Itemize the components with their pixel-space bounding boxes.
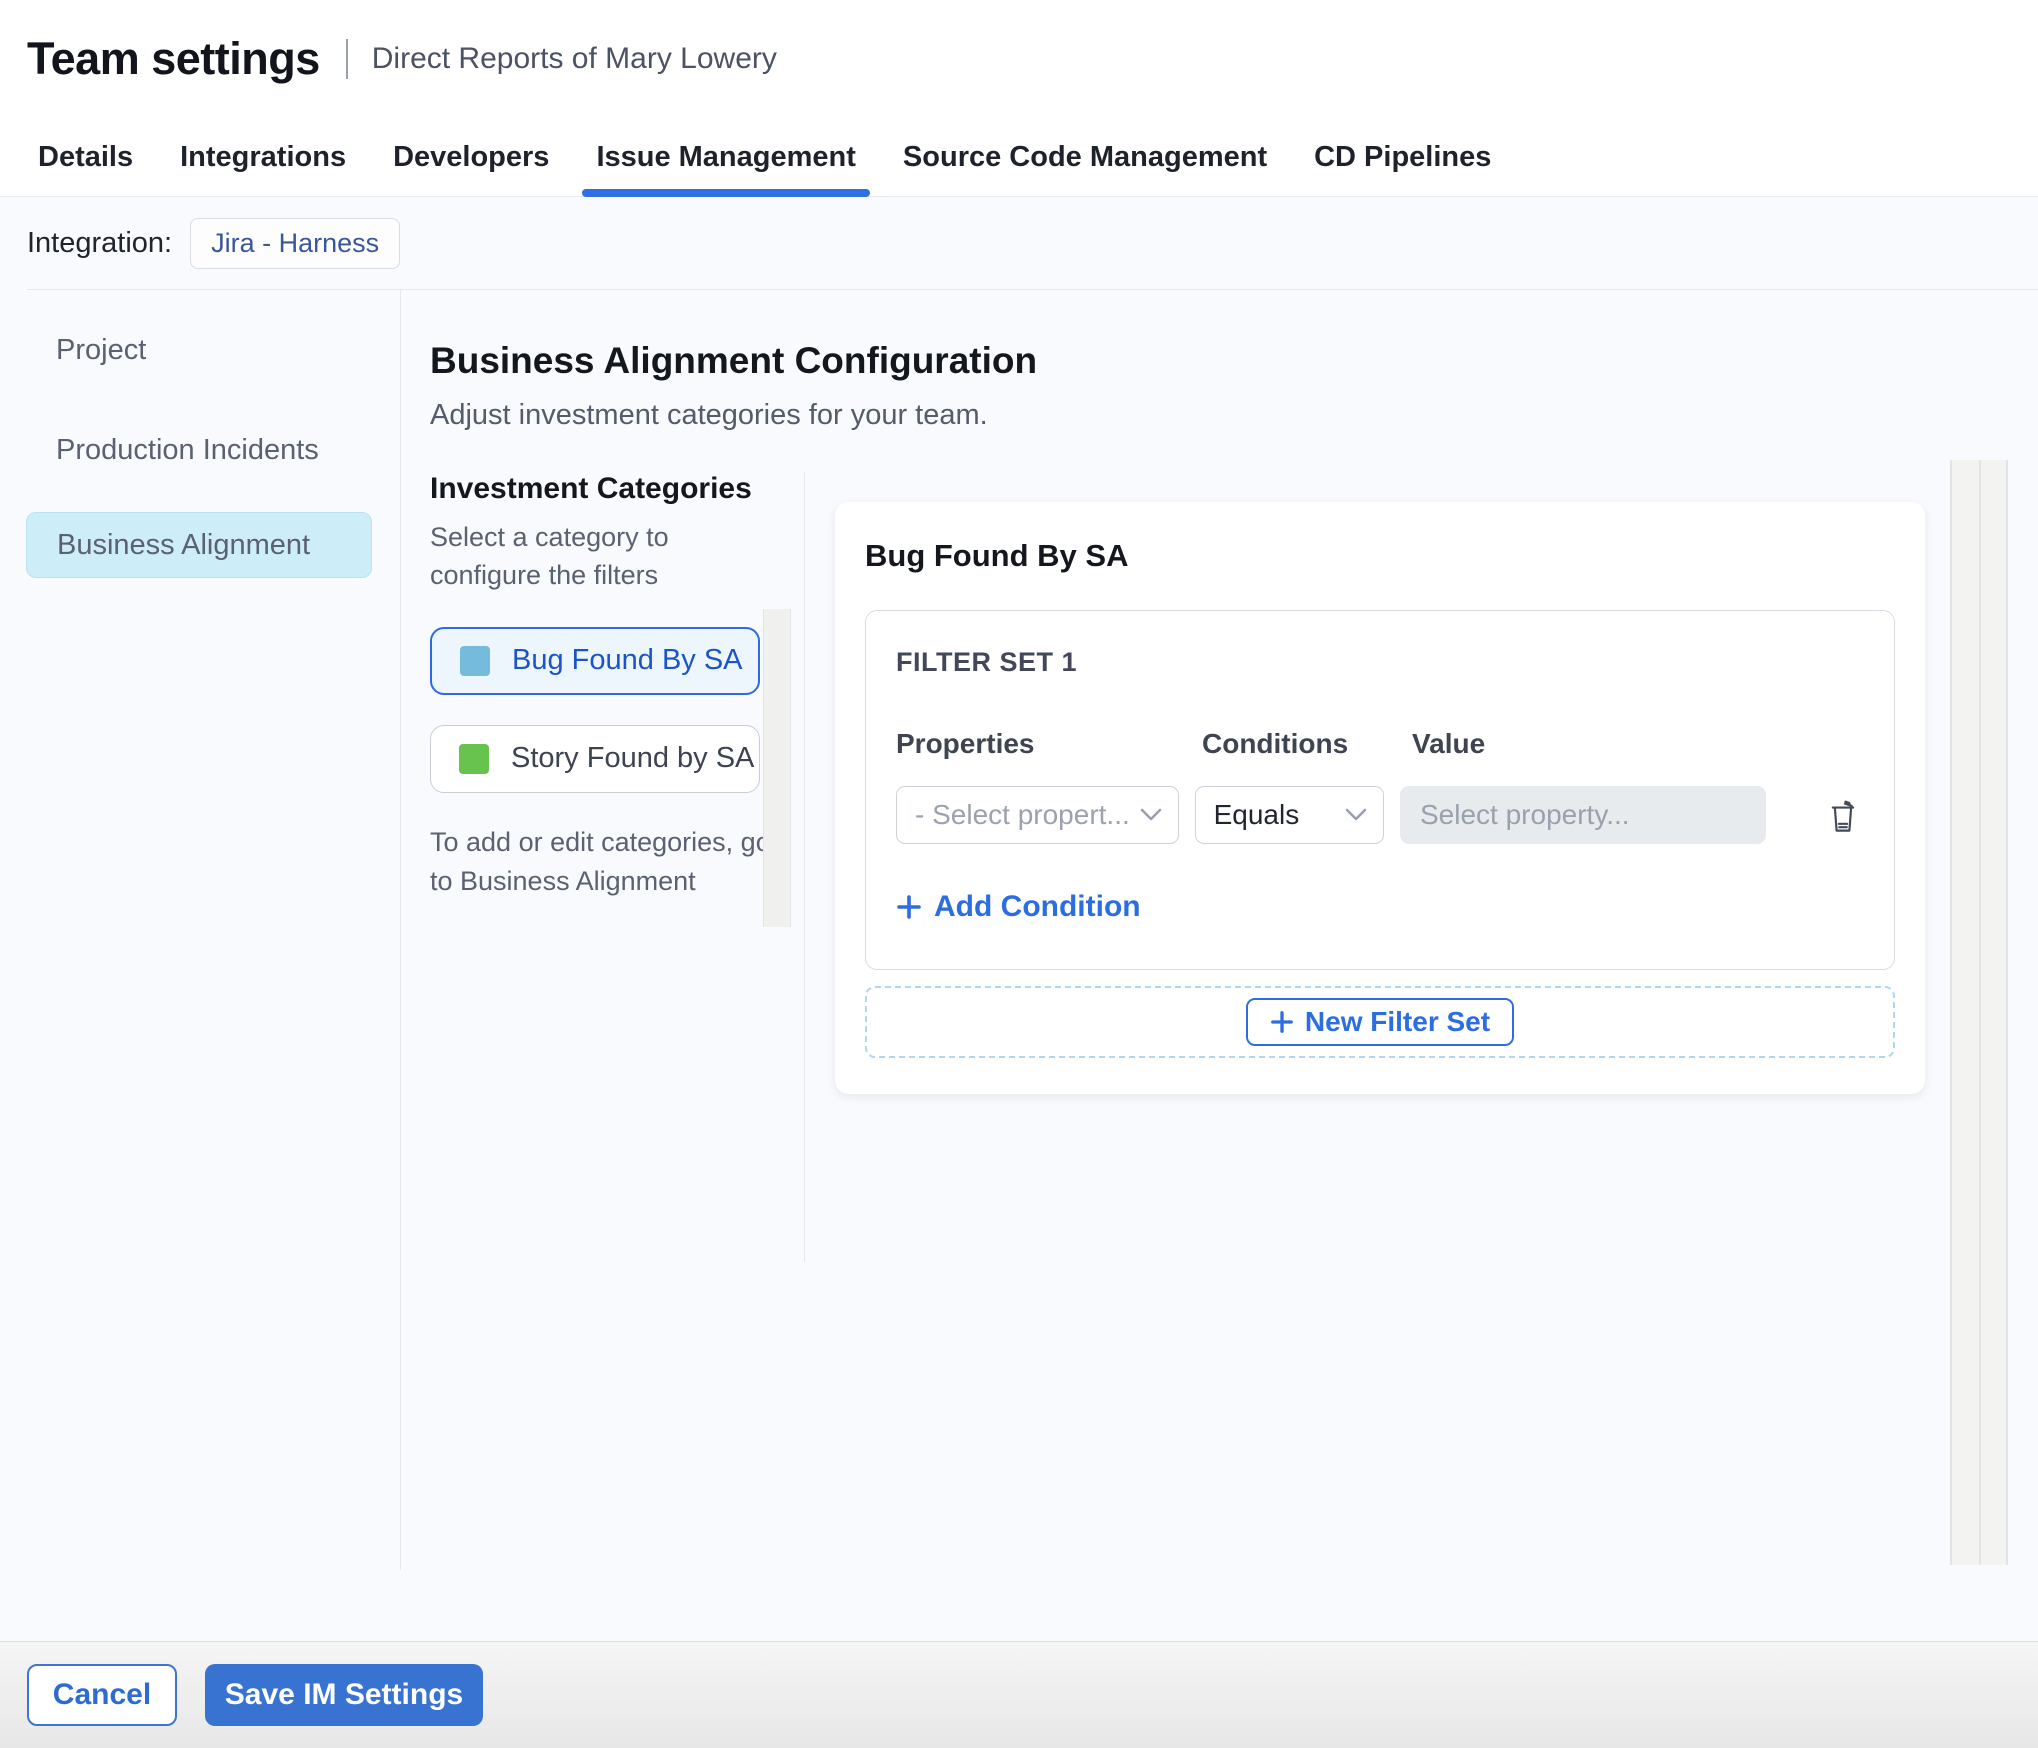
page-subtitle: Direct Reports of Mary Lowery [371, 42, 777, 75]
section-subheading: Adjust investment categories for your te… [430, 399, 988, 431]
filter-columns-header: Properties Conditions Value [896, 728, 1864, 760]
chevron-down-icon [1140, 808, 1161, 821]
detail-card-title: Bug Found By SA [865, 538, 1129, 573]
sidebar-item-production-incidents[interactable]: Production Incidents [26, 417, 372, 483]
tab-developers[interactable]: Developers [393, 118, 549, 196]
inner-scrollbar[interactable] [1950, 460, 1979, 1565]
add-condition-label: Add Condition [934, 890, 1141, 923]
investment-categories-panel: Investment Categories Select a category … [430, 472, 771, 901]
page-header: Team settings Direct Reports of Mary Low… [0, 0, 2038, 118]
sidebar-item-project[interactable]: Project [26, 317, 372, 383]
tab-label: Developers [393, 140, 550, 173]
tab-details[interactable]: Details [38, 118, 133, 196]
add-condition-button[interactable]: Add Condition [896, 890, 1141, 924]
active-tab-underline [582, 189, 870, 197]
save-im-settings-button[interactable]: Save IM Settings [205, 1664, 483, 1726]
trash-icon [1831, 800, 1855, 832]
category-label: Bug Found By SA [512, 644, 743, 677]
column-label-value: Value [1412, 728, 1486, 759]
integration-badge[interactable]: Jira - Harness [190, 217, 401, 269]
property-select[interactable]: - Select propert... [896, 786, 1179, 844]
main-content: Business Alignment Configuration Adjust … [401, 290, 2038, 1641]
tab-source-code-management[interactable]: Source Code Management [903, 118, 1267, 196]
filter-condition-row: - Select propert... Equals [896, 786, 1864, 844]
sidebar-item-label: Production Incidents [56, 433, 319, 466]
category-color-swatch-icon [460, 645, 490, 676]
new-filter-set-label: New Filter Set [1304, 1006, 1491, 1037]
sidebar-item-label: Project [56, 333, 147, 366]
category-detail-panel: Bug Found By SA FILTER SET 1 Properties … [805, 472, 1925, 1094]
category-detail-card: Bug Found By SA FILTER SET 1 Properties … [835, 502, 1925, 1094]
title-separator [345, 39, 348, 79]
category-story-found-by-sa[interactable]: Story Found by SA [430, 724, 760, 793]
footer-action-bar: Cancel Save IM Settings [0, 1641, 2038, 1748]
categories-scrollbar[interactable] [763, 609, 791, 927]
value-input[interactable] [1400, 786, 1766, 844]
tab-label: Details [38, 140, 134, 173]
tab-label: Source Code Management [902, 140, 1268, 173]
column-label-properties: Properties [896, 728, 1035, 759]
new-filter-set-dropzone: New Filter Set [865, 986, 1895, 1058]
categories-list: Bug Found By SA Story Found by SA [430, 626, 763, 793]
plus-icon [897, 895, 921, 919]
tab-cd-pipelines[interactable]: CD Pipelines [1314, 118, 1491, 196]
cancel-button[interactable]: Cancel [27, 1664, 177, 1726]
categories-hint: Select a category to configure the filte… [430, 522, 669, 590]
page-title: Team settings [27, 33, 320, 84]
condition-select[interactable]: Equals [1194, 786, 1384, 844]
filter-set-title: FILTER SET 1 [896, 647, 1078, 677]
integration-label: Integration: [27, 226, 173, 259]
category-label: Story Found by SA [511, 742, 755, 775]
tab-integrations[interactable]: Integrations [180, 118, 346, 196]
categories-footnote: To add or edit categories, go to Busines… [430, 826, 771, 896]
categories-title: Investment Categories [430, 472, 752, 505]
sidebar-item-business-alignment[interactable]: Business Alignment [26, 512, 372, 578]
delete-condition-button[interactable] [1822, 792, 1864, 838]
integration-bar: Integration: Jira - Harness [0, 197, 2038, 289]
tab-bar: Details Integrations Developers Issue Ma… [0, 118, 2038, 197]
sidebar-item-label: Business Alignment [57, 528, 311, 561]
column-label-conditions: Conditions [1202, 728, 1349, 759]
condition-select-value: Equals [1213, 799, 1300, 830]
plus-icon [1271, 1011, 1293, 1033]
category-color-swatch-icon [459, 743, 489, 774]
tab-label: Integrations [180, 140, 347, 173]
property-select-value: - Select propert... [915, 799, 1130, 830]
category-bug-found-by-sa[interactable]: Bug Found By SA [430, 626, 760, 695]
section-heading: Business Alignment Configuration [430, 340, 1038, 381]
panel-scrollbars [1950, 460, 2010, 1565]
tab-label: CD Pipelines [1314, 140, 1492, 173]
new-filter-set-button[interactable]: New Filter Set [1245, 998, 1515, 1046]
tab-issue-management[interactable]: Issue Management [582, 118, 870, 197]
chevron-down-icon [1345, 808, 1367, 821]
filter-set-box: FILTER SET 1 Properties Conditions Value… [865, 610, 1895, 970]
tab-label: Issue Management [596, 140, 856, 173]
outer-scrollbar[interactable] [1979, 460, 2008, 1565]
